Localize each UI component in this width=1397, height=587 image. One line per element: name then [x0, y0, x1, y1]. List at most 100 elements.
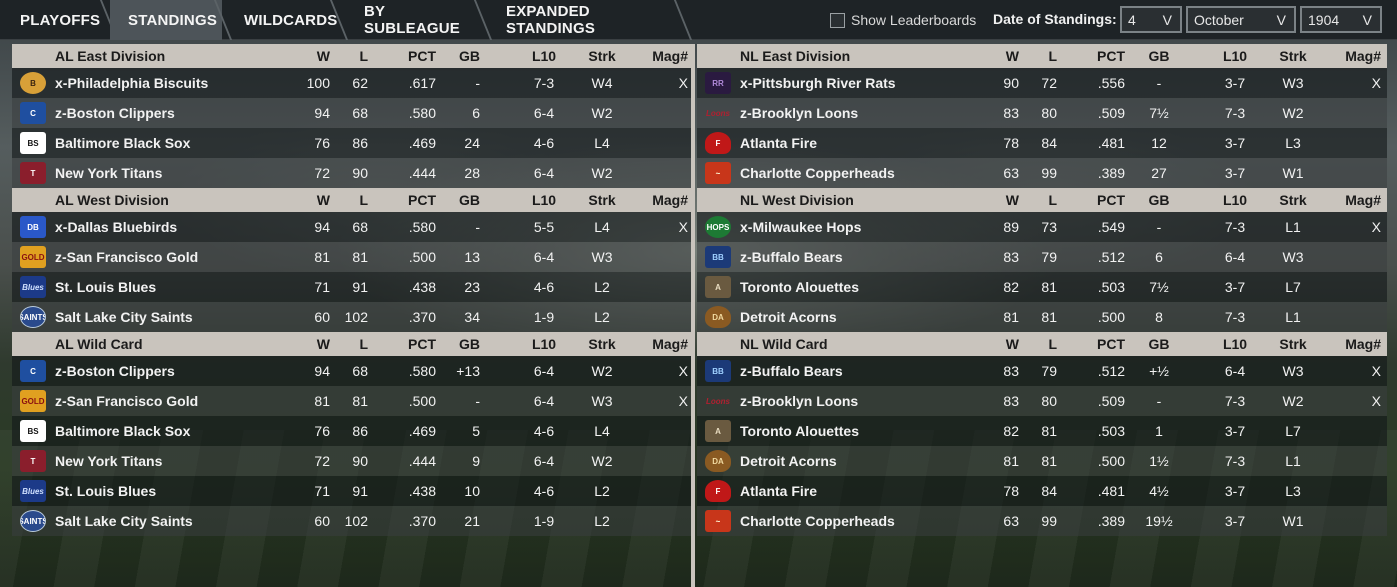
team-name[interactable]: Detroit Acorns: [740, 446, 1000, 476]
tab-by-subleague[interactable]: BY SUBLEAGUE: [342, 0, 480, 40]
team-name[interactable]: Toronto Alouettes: [740, 416, 1000, 446]
team-row[interactable]: DA Detroit Acorns 81 81.500 1½ 7-3 L1: [697, 446, 1387, 476]
team-row[interactable]: T New York Titans 72 90 .444 9 6-4 W2: [12, 446, 691, 476]
column-header-l10: L10: [531, 192, 557, 208]
column-header-gb: GB: [1148, 48, 1170, 64]
team-row[interactable]: Bx-Philadelphia Biscuits 100 62 .617 - 7-3 W4 X: [12, 68, 691, 98]
stat-w: 72: [314, 165, 330, 181]
team-row[interactable]: Blues St. Louis Blues 71 91 .438 23 4-6 L2: [12, 272, 691, 302]
stat-l10: 7-3: [1224, 453, 1246, 469]
team-name[interactable]: z-Buffalo Bears: [740, 242, 1000, 272]
team-name[interactable]: St. Louis Blues: [55, 272, 315, 302]
team-name[interactable]: Charlotte Copperheads: [740, 158, 1000, 188]
team-name[interactable]: New York Titans: [55, 158, 315, 188]
team-row[interactable]: GOLD z-San Francisco Gold 81 81.500-6-4 W3 X: [12, 386, 691, 416]
stat-mag: X: [1371, 363, 1381, 379]
team-row[interactable]: GOLD z-San Francisco Gold 81 81.500 13 6-4 W3: [12, 242, 691, 272]
team-name[interactable]: Detroit Acorns: [740, 302, 1000, 332]
team-name[interactable]: Atlanta Fire: [740, 476, 1000, 506]
date-year-select[interactable]: 1904 V: [1300, 6, 1382, 33]
date-day-select[interactable]: 4 V: [1120, 6, 1182, 33]
team-name[interactable]: Baltimore Black Sox: [55, 128, 315, 158]
team-name[interactable]: x-Pittsburgh River Rats: [740, 68, 1000, 98]
team-name[interactable]: z-Buffalo Bears: [740, 356, 1000, 386]
team-name[interactable]: z-Boston Clippers: [55, 98, 315, 128]
stat-w: 94: [314, 363, 330, 379]
team-name[interactable]: z-Boston Clippers: [55, 356, 315, 386]
stat-strk: W4: [591, 75, 613, 91]
date-year-value: 1904: [1308, 11, 1340, 28]
team-row[interactable]: ~ Charlotte Copperheads 63 99 .389 19½ 3-7 W1: [697, 506, 1387, 536]
team-name[interactable]: x-Philadelphia Biscuits: [55, 68, 315, 98]
team-row[interactable]: BS Baltimore Black Sox 76 86 .469 5 4-6 L4: [12, 416, 691, 446]
team-row[interactable]: SAINTS Salt Lake City Saints60 102 .370 21 1-…: [12, 506, 691, 536]
stat-l10: 3-7: [1224, 279, 1246, 295]
stat-l10: 3-7: [1224, 423, 1246, 439]
team-name[interactable]: z-Brooklyn Loons: [740, 386, 1000, 416]
team-name[interactable]: St. Louis Blues: [55, 476, 315, 506]
team-row[interactable]: ~ Charlotte Copperheads 63 99 .389 27 3-7 W1: [697, 158, 1387, 188]
column-header-pct: PCT: [1097, 336, 1125, 352]
dallas-bluebirds-logo: DB: [20, 216, 46, 238]
stat-strk: L2: [594, 513, 610, 529]
boston-clippers-logo: C: [20, 102, 46, 124]
team-row[interactable]: T New York Titans 72 90 .444 28 6-4 W2: [12, 158, 691, 188]
team-name[interactable]: Baltimore Black Sox: [55, 416, 315, 446]
team-row[interactable]: BB z-Buffalo Bears 83 79 .512 6 6-4 W3: [697, 242, 1387, 272]
toronto-alouettes-logo: A: [705, 420, 731, 442]
stat-l: 80: [1041, 393, 1057, 409]
team-row[interactable]: BB z-Buffalo Bears 83 79 .512 +½ 6-4 W3 X: [697, 356, 1387, 386]
team-name[interactable]: z-San Francisco Gold: [55, 242, 315, 272]
team-row[interactable]: Loons z-Brooklyn Loons 83 80 .509 7½ 7-3 W2: [697, 98, 1387, 128]
team-name[interactable]: z-San Francisco Gold: [55, 386, 315, 416]
tab-playoffs[interactable]: PLAYOFFS: [0, 0, 108, 40]
team-row[interactable]: BS Baltimore Black Sox 76 86 .469 24 4-6 L4: [12, 128, 691, 158]
team-name[interactable]: z-Brooklyn Loons: [740, 98, 1000, 128]
tab-wildcards[interactable]: WILDCARDS: [226, 0, 337, 40]
team-row[interactable]: Cz-Boston Clippers 94 68 .580 6 6-4 W2: [12, 98, 691, 128]
team-row[interactable]: DB x-Dallas Bluebirds 94 68 .580 - 5-5 L4 X: [12, 212, 691, 242]
stat-pct: .469: [408, 135, 436, 151]
stat-pct: .500: [408, 249, 436, 265]
stat-strk: W3: [1282, 363, 1304, 379]
team-row[interactable]: F Atlanta Fire 78 84 .481 4½ 3-7 L3: [697, 476, 1387, 506]
team-row[interactable]: RR x-Pittsburgh River Rats 90 72 .556 - 3-7 W3 X: [697, 68, 1387, 98]
stat-strk: L4: [594, 219, 610, 235]
date-month-select[interactable]: October V: [1186, 6, 1296, 33]
team-name[interactable]: Salt Lake City Saints: [55, 506, 315, 536]
team-row[interactable]: A Toronto Alouettes 82 81 .503 1 3-7 L7: [697, 416, 1387, 446]
stat-pct: .389: [1097, 165, 1125, 181]
column-header-strk: Strk: [588, 192, 616, 208]
tab-standings[interactable]: STANDINGS: [110, 0, 222, 40]
team-row[interactable]: A Toronto Alouettes 82 81 .503 7½ 3-7 L7: [697, 272, 1387, 302]
stat-pct: .444: [408, 165, 436, 181]
team-row[interactable]: HOPS x-Milwaukee Hops 89 73 .549 - 7-3 L1 X: [697, 212, 1387, 242]
salt-lake-city-saints-logo: SAINTS: [20, 510, 46, 532]
stat-w: 72: [314, 453, 330, 469]
team-row[interactable]: Cz-Boston Clippers 94 68 .580 +13 6-4 W2 X: [12, 356, 691, 386]
column-header-w: W: [1005, 192, 1019, 208]
team-name[interactable]: Toronto Alouettes: [740, 272, 1000, 302]
team-name[interactable]: New York Titans: [55, 446, 315, 476]
team-row[interactable]: SAINTS Salt Lake City Saints60 102 .370 34 1-…: [12, 302, 691, 332]
division-header: AL West Division W L PCT GB L10 Strk Mag#: [12, 188, 691, 212]
new-york-titans-logo: T: [20, 162, 46, 184]
show-leaderboards-toggle[interactable]: Show Leaderboards: [830, 11, 976, 29]
stat-w: 89: [1003, 219, 1019, 235]
team-name[interactable]: x-Dallas Bluebirds: [55, 212, 315, 242]
team-name[interactable]: x-Milwaukee Hops: [740, 212, 1000, 242]
team-name[interactable]: Salt Lake City Saints: [55, 302, 315, 332]
stat-l: 91: [352, 483, 368, 499]
stat-gb: 34: [464, 309, 480, 325]
team-name[interactable]: Atlanta Fire: [740, 128, 1000, 158]
tab-expanded-standings[interactable]: EXPANDED STANDINGS: [486, 0, 682, 40]
team-name[interactable]: Charlotte Copperheads: [740, 506, 1000, 536]
stat-w: 83: [1003, 363, 1019, 379]
team-row[interactable]: DA Detroit Acorns 81 81.500 8 7-3 L1: [697, 302, 1387, 332]
team-row[interactable]: Blues St. Louis Blues 71 91 .438 10 4-6 L2: [12, 476, 691, 506]
stat-l10: 6-4: [1224, 249, 1246, 265]
show-leaderboards-checkbox[interactable]: [830, 12, 845, 28]
panel-divider: [691, 44, 695, 587]
team-row[interactable]: Loons z-Brooklyn Loons 83 80 .509 - 7-3 W2 X: [697, 386, 1387, 416]
team-row[interactable]: F Atlanta Fire 78 84 .481 12 3-7 L3: [697, 128, 1387, 158]
